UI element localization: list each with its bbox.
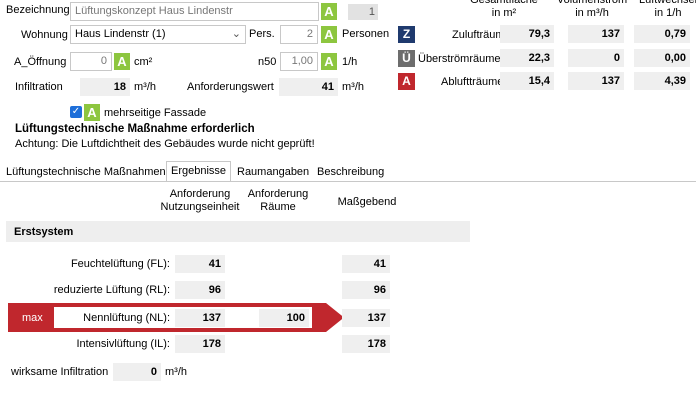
il-col3: 178 [342,335,390,353]
anforderungswert-unit: m³/h [342,81,364,93]
bezeichnung-field[interactable]: Lüftungskonzept Haus Lindenstr [70,2,319,21]
results-col1-header: Anforderung Nutzungseinheit [160,188,240,213]
section-header: Erstsystem [6,221,470,242]
section-title: Erstsystem [14,226,74,238]
a-oeffnung-unit: cm² [134,56,153,68]
rl-col3: 96 [342,281,390,299]
zuluft-luftwechsel: 0,79 [634,25,690,43]
auto-a-icon[interactable]: A [321,53,337,70]
col-header-flaeche: Gesamtfläche in m² [470,0,538,19]
ueberstroem-flaeche: 22,3 [500,49,554,67]
nl-col1: 137 [175,309,225,327]
zuluft-badge-icon: Z [398,26,415,43]
rl-label: reduzierte Lüftung (RL): [53,284,170,296]
n50-field[interactable]: 1,00 [280,52,318,71]
bezeichnung-label: Bezeichnung [6,4,70,16]
results-col3-header: Maßgebend [337,196,397,208]
anforderungswert-value: 41 [279,78,338,96]
rl-col1: 96 [175,281,225,299]
il-col1: 178 [175,335,225,353]
fassade-checkbox[interactable]: ✓ [70,106,82,118]
wohnung-select-value: Haus Lindenstr (1) [75,28,166,40]
tab-raumangaben[interactable]: Raumangaben [233,163,313,182]
wirksame-infiltration-label: wirksame Infiltration [11,366,109,378]
infiltration-value: 18 [80,78,130,96]
infiltration-unit: m³/h [134,81,156,93]
nl-label: Nennlüftung (NL): [83,312,170,324]
anforderungswert-label: Anforderungswert [187,81,274,93]
auto-a-icon[interactable]: A [321,26,337,43]
zuluft-flaeche: 79,3 [500,25,554,43]
nl-col3: 137 [342,309,390,327]
pers-label: Pers. [249,28,275,40]
abluft-luftwechsel: 4,39 [634,72,690,90]
massnahme-note: Achtung: Die Luftdichtheit des Gebäudes … [15,138,315,150]
abluft-label: Abluftträume [441,76,504,88]
fl-col3: 41 [342,255,390,273]
tab-ergebnisse[interactable]: Ergebnisse [166,161,232,181]
fl-col1: 41 [175,255,225,273]
nl-col2: 100 [259,309,309,327]
n50-label: n50 [258,56,277,68]
personen-label: Personen [342,28,390,40]
wohnung-label: Wohnung [21,29,68,41]
massnahme-title: Lüftungstechnische Maßnahme erforderlich [15,123,255,135]
zuluft-volumenstrom: 137 [568,25,624,43]
col-header-luftwechsel: Luftwechsel in 1/h [638,0,696,19]
auto-a-icon[interactable]: A [321,3,337,20]
wirksame-infiltration-unit: m³/h [165,366,187,378]
fl-label: Feuchtelüftung (FL): [70,258,170,270]
a-oeffnung-label: A_Öffnung [14,56,67,68]
wohnung-select[interactable]: Haus Lindenstr (1) ⌄ [70,25,246,44]
ueberstroem-badge-icon: Ü [398,50,415,67]
abluft-flaeche: 15,4 [500,72,554,90]
wirksame-infiltration-value: 0 [113,363,161,381]
results-col2-header: Anforderung Räume [247,188,309,213]
abluft-badge-icon: A [398,73,415,90]
tab-lueftungstechnische-massnahmen[interactable]: Lüftungstechnische Maßnahmen [2,163,170,182]
abluft-volumenstrom: 137 [568,72,624,90]
bezeichnung-index: 1 [348,4,378,20]
checkmark-icon: ✓ [71,106,81,117]
fassade-label: mehrseitige Fassade [104,107,207,119]
ueberstroem-volumenstrom: 0 [568,49,624,67]
auto-a-icon[interactable]: A [84,104,100,121]
auto-a-icon[interactable]: A [114,53,130,70]
ueberstroem-label: Überströmräume [418,53,501,65]
pers-field[interactable]: 2 [280,25,318,44]
ueberstroem-luftwechsel: 0,00 [634,49,690,67]
a-oeffnung-field[interactable]: 0 [70,52,112,71]
il-label: Intensivlüftung (IL): [76,338,170,350]
tab-beschreibung[interactable]: Beschreibung [313,163,388,182]
n50-unit: 1/h [342,56,358,68]
infiltration-label: Infiltration [15,81,63,93]
chevron-down-icon: ⌄ [231,28,241,40]
col-header-volumenstrom: Volumenstrom in m³/h [556,0,628,19]
